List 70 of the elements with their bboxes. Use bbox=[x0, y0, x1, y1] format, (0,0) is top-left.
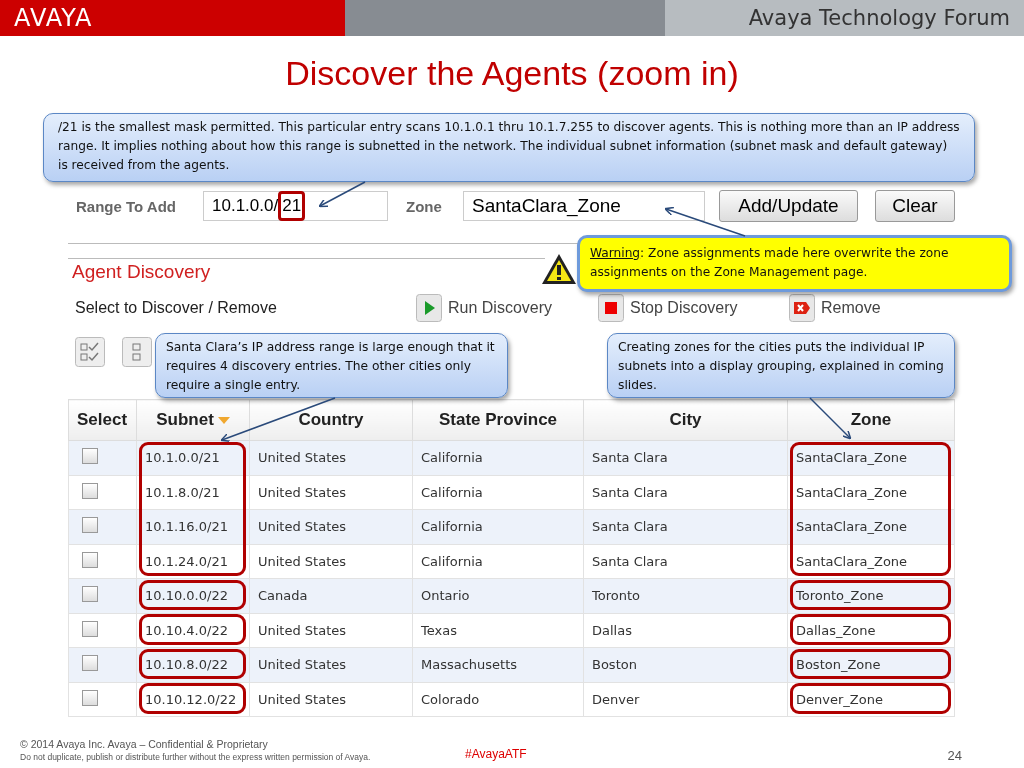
column-header[interactable]: Subnet bbox=[136, 399, 250, 441]
clear-button[interactable]: Clear bbox=[875, 190, 955, 222]
table-cell: Santa Clara bbox=[583, 544, 788, 579]
range-input-field[interactable]: 10.1.0.0/ 21 bbox=[203, 191, 388, 221]
table-cell: California bbox=[412, 544, 584, 579]
table-cell: United States bbox=[249, 509, 413, 544]
table-cell: Toronto bbox=[583, 578, 788, 613]
info-callout: /21 is the smallest mask permitted. This particular entry scans 10.1.0.1 thru 10.1.7.255 to discover agents. This is nothing more than an IP address range. It implies nothing about how this range is subnetted in the network. The individual subnet information (subnet mask and default gateway) is received from the agents. bbox=[43, 113, 975, 182]
checkbox[interactable] bbox=[82, 448, 98, 465]
remove-discovery-button[interactable]: Remove bbox=[789, 294, 881, 322]
table-cell: SantaClara_Zone bbox=[787, 475, 955, 510]
checkbox[interactable] bbox=[82, 620, 98, 637]
run-discovery-button[interactable]: Run Discovery bbox=[416, 294, 553, 322]
column-header[interactable]: Zone bbox=[787, 399, 955, 441]
table-cell: Texas bbox=[412, 613, 584, 648]
column-header[interactable]: City bbox=[583, 399, 788, 441]
column-header[interactable]: Select bbox=[68, 399, 137, 441]
section-title: Agent Discovery bbox=[72, 261, 211, 283]
table-cell: United States bbox=[249, 647, 413, 682]
table-cell: Denver bbox=[583, 682, 788, 717]
arrow bbox=[318, 181, 366, 208]
page-number: 24 bbox=[947, 748, 962, 763]
table-cell: Ontario bbox=[412, 578, 584, 613]
table-cell: Santa Clara bbox=[583, 475, 788, 510]
zone-input-field[interactable]: SantaClara_Zone bbox=[463, 191, 705, 221]
warning-callout: Warning: Zone assignments made here overwrite the zone assignments on the Zone Management page. bbox=[577, 235, 1012, 292]
copyright-text: © 2014 Avaya Inc. Avaya – Confidential & Proprietary bbox=[20, 738, 269, 750]
table-cell: Boston bbox=[583, 647, 788, 682]
checkbox[interactable] bbox=[82, 689, 98, 706]
slide-title: Discover the Agents (zoom in) bbox=[284, 54, 740, 94]
table-cell: Santa Clara bbox=[583, 509, 788, 544]
table-cell: Massachusetts bbox=[412, 647, 584, 682]
table-cell: California bbox=[412, 440, 584, 475]
hashtag-text: #AvayaATF bbox=[465, 747, 527, 761]
table-cell: California bbox=[412, 509, 584, 544]
table-cell: Canada bbox=[249, 578, 413, 613]
table-cell: SantaClara_Zone bbox=[787, 509, 955, 544]
checklist-icon bbox=[75, 337, 105, 367]
table-cell: United States bbox=[249, 475, 413, 510]
remove-icon bbox=[789, 294, 815, 322]
column-header[interactable]: Country bbox=[249, 399, 413, 441]
table-cell: Santa Clara bbox=[583, 440, 788, 475]
logo-text: AVAYA bbox=[14, 4, 93, 32]
notice-text: Do not duplicate, publish or distribute further without the express written permission of Avaya. bbox=[20, 752, 372, 762]
checkbox[interactable] bbox=[82, 517, 98, 534]
forum-title: Avaya Technology Forum bbox=[748, 6, 1010, 30]
field-label: Zone bbox=[406, 197, 443, 215]
select-label: Select to Discover / Remove bbox=[75, 299, 278, 317]
checkbox[interactable] bbox=[82, 655, 98, 672]
arrow bbox=[809, 397, 852, 440]
list-icon bbox=[122, 337, 152, 367]
table-cell: United States bbox=[249, 544, 413, 579]
info-callout: Creating zones for the cities puts the individual IP subnets into a display grouping, explained in coming slides. bbox=[607, 333, 955, 398]
checkbox[interactable] bbox=[82, 482, 98, 499]
column-header[interactable]: State Province bbox=[412, 399, 584, 441]
play-icon bbox=[416, 294, 442, 322]
table-cell: United States bbox=[249, 613, 413, 648]
table-cell: United States bbox=[249, 440, 413, 475]
checkbox[interactable] bbox=[82, 586, 98, 603]
stop-discovery-button[interactable]: Stop Discovery bbox=[598, 294, 738, 322]
warning-icon bbox=[540, 252, 578, 286]
checkbox[interactable] bbox=[82, 551, 98, 568]
table-cell: Colorado bbox=[412, 682, 584, 717]
stop-icon bbox=[598, 294, 624, 322]
field-label: Range To Add bbox=[76, 197, 177, 215]
table-cell: United States bbox=[249, 682, 413, 717]
table-cell: Dallas bbox=[583, 613, 788, 648]
add-update-button[interactable]: Add/Update bbox=[719, 190, 858, 222]
table-cell: California bbox=[412, 475, 584, 510]
info-callout: Santa Clara’s IP address range is large enough that it requires 4 discovery entries. The other cities only require a single entry. bbox=[155, 333, 508, 398]
